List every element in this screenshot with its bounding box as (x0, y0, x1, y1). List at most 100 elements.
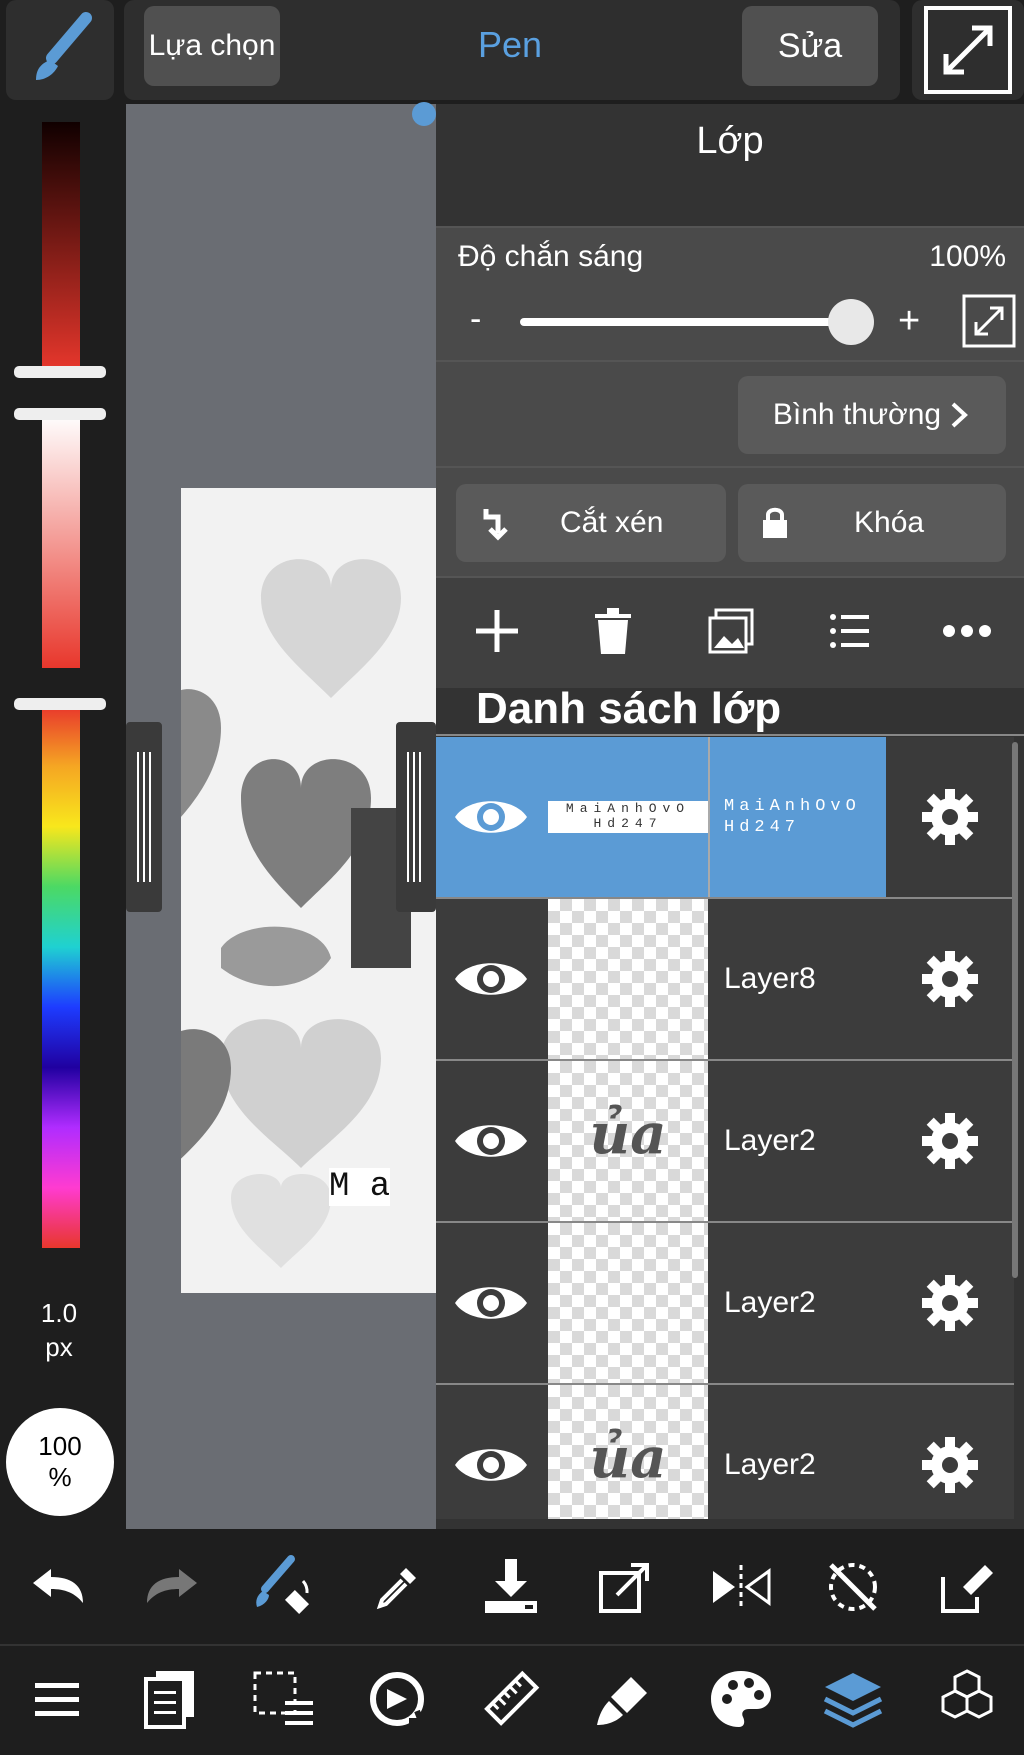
clip-icon (483, 509, 508, 541)
transform-icon (599, 1563, 649, 1613)
layers-button[interactable] (818, 1664, 888, 1734)
opacity-increase-button[interactable]: + (898, 300, 920, 343)
plus-icon (476, 610, 518, 652)
opacity-value: 100% (929, 240, 1006, 273)
layer-settings-button[interactable] (886, 1223, 1014, 1383)
saturation-slider[interactable] (42, 414, 80, 668)
layer-list-button[interactable] (814, 596, 884, 666)
eraser-icon (941, 1565, 993, 1613)
layer-settings-button[interactable] (886, 1061, 1014, 1221)
opacity-slider-knob[interactable] (828, 299, 874, 345)
layer-thumbnail (548, 899, 708, 1059)
layer-row[interactable]: ủa Layer2 (436, 1061, 1014, 1223)
clip-label: Cắt xén (560, 506, 664, 539)
blend-mode-button[interactable]: Bình thường (738, 376, 1006, 454)
rotate-off-icon (829, 1563, 877, 1611)
redo-button[interactable] (136, 1552, 206, 1622)
gear-icon (922, 1275, 978, 1331)
ruler-button[interactable] (476, 1664, 546, 1734)
download-icon (485, 1559, 537, 1613)
layer-row[interactable]: Layer2 (436, 1223, 1014, 1385)
layer-thumbnail (548, 1223, 708, 1383)
gear-icon (922, 789, 978, 845)
hue-slider[interactable] (42, 706, 80, 1248)
selection-button[interactable] (248, 1664, 318, 1734)
layers-icon (823, 1673, 883, 1728)
trash-icon (595, 608, 631, 654)
pages-icon (144, 1671, 194, 1729)
visibility-toggle[interactable] (436, 1385, 546, 1519)
tool-name[interactable]: Pen (420, 24, 600, 66)
select-button[interactable]: Lựa chọn (144, 6, 280, 86)
layer-thumbnail: ủa (548, 1061, 708, 1221)
brush-tool-button[interactable] (6, 0, 114, 100)
visibility-toggle[interactable] (436, 1223, 546, 1383)
import-image-button[interactable] (696, 596, 766, 666)
add-layer-button[interactable] (462, 596, 532, 666)
thumbnail-text: ủa (589, 1425, 667, 1491)
save-button[interactable] (476, 1552, 546, 1622)
expand-icon (924, 6, 1012, 94)
brush-opacity-button[interactable]: 100 % (6, 1408, 114, 1516)
more-icon (943, 625, 991, 637)
layer-list-title: Danh sách lớp (476, 684, 782, 733)
layer-name: Layer2 (724, 1286, 816, 1319)
hue-handle[interactable] (14, 698, 106, 710)
undo-button[interactable] (24, 1552, 94, 1622)
canvas-left-handle[interactable] (126, 722, 162, 912)
flip-button[interactable] (706, 1552, 776, 1622)
redo-icon (147, 1569, 197, 1603)
menu-button[interactable] (22, 1664, 92, 1734)
selection-icon (253, 1671, 313, 1725)
fullscreen-button[interactable] (912, 0, 1024, 100)
opacity-label: Độ chắn sáng (458, 240, 644, 273)
brush-swap-icon (256, 1555, 310, 1615)
blend-mode-label: Bình thường (772, 398, 942, 431)
lock-button[interactable]: Khóa (738, 484, 1006, 562)
layer-settings-button[interactable] (886, 899, 1014, 1059)
layer-settings-button[interactable] (886, 737, 1014, 897)
expand-icon (962, 294, 1016, 348)
visibility-toggle[interactable] (436, 737, 546, 897)
clip-button[interactable]: Cắt xén (456, 484, 726, 562)
delete-layer-button[interactable] (578, 596, 648, 666)
rotate-canvas-button[interactable] (362, 1664, 432, 1734)
grip-icon (137, 752, 151, 882)
thumbnail-text: MaiAnhOvO Hd247 (548, 801, 708, 833)
divider (708, 737, 710, 897)
layer-name: Layer8 (724, 962, 816, 995)
rotate-reset-button[interactable] (818, 1552, 888, 1622)
visibility-toggle[interactable] (436, 899, 546, 1059)
visibility-toggle[interactable] (436, 1061, 546, 1221)
pages-button[interactable] (134, 1664, 204, 1734)
brush-size-value[interactable]: 1.0 (0, 1298, 118, 1329)
saturation-handle[interactable] (14, 408, 106, 420)
brush-swap-button[interactable] (248, 1552, 318, 1622)
eyedropper-button[interactable] (362, 1552, 432, 1622)
brush-icon (36, 12, 92, 80)
color-palette-button[interactable] (706, 1664, 776, 1734)
eye-icon (455, 1125, 527, 1157)
brightness-handle[interactable] (14, 366, 106, 378)
brush-size-unit: px (45, 1332, 73, 1362)
eraser-button[interactable] (932, 1552, 1002, 1622)
eyedropper-icon (376, 1568, 416, 1610)
layer-list-scrollbar[interactable] (1012, 742, 1018, 1278)
layer-settings-button[interactable] (886, 1385, 1014, 1519)
transform-button[interactable] (590, 1552, 660, 1622)
layer-row[interactable]: Layer8 (436, 899, 1014, 1061)
brightness-slider[interactable] (42, 122, 80, 372)
chevron-right-icon (951, 402, 969, 428)
opacity-expand-button[interactable] (962, 294, 1016, 348)
more-options-button[interactable] (932, 596, 1002, 666)
artwork-text: M a (329, 1168, 391, 1206)
brush-settings-button[interactable] (590, 1664, 660, 1734)
materials-button[interactable] (932, 1664, 1002, 1734)
layer-row[interactable]: MaiAnhOvO Hd247 MaiAnhOvO Hd247 (436, 737, 1014, 899)
layer-panel-title: Lớp (696, 120, 764, 162)
opacity-slider[interactable] (520, 318, 850, 326)
panel-resize-handle[interactable] (396, 722, 436, 912)
layer-row[interactable]: ủa Layer2 (436, 1385, 1014, 1519)
edit-button[interactable]: Sửa (742, 6, 878, 86)
opacity-decrease-button[interactable]: - (470, 300, 481, 339)
